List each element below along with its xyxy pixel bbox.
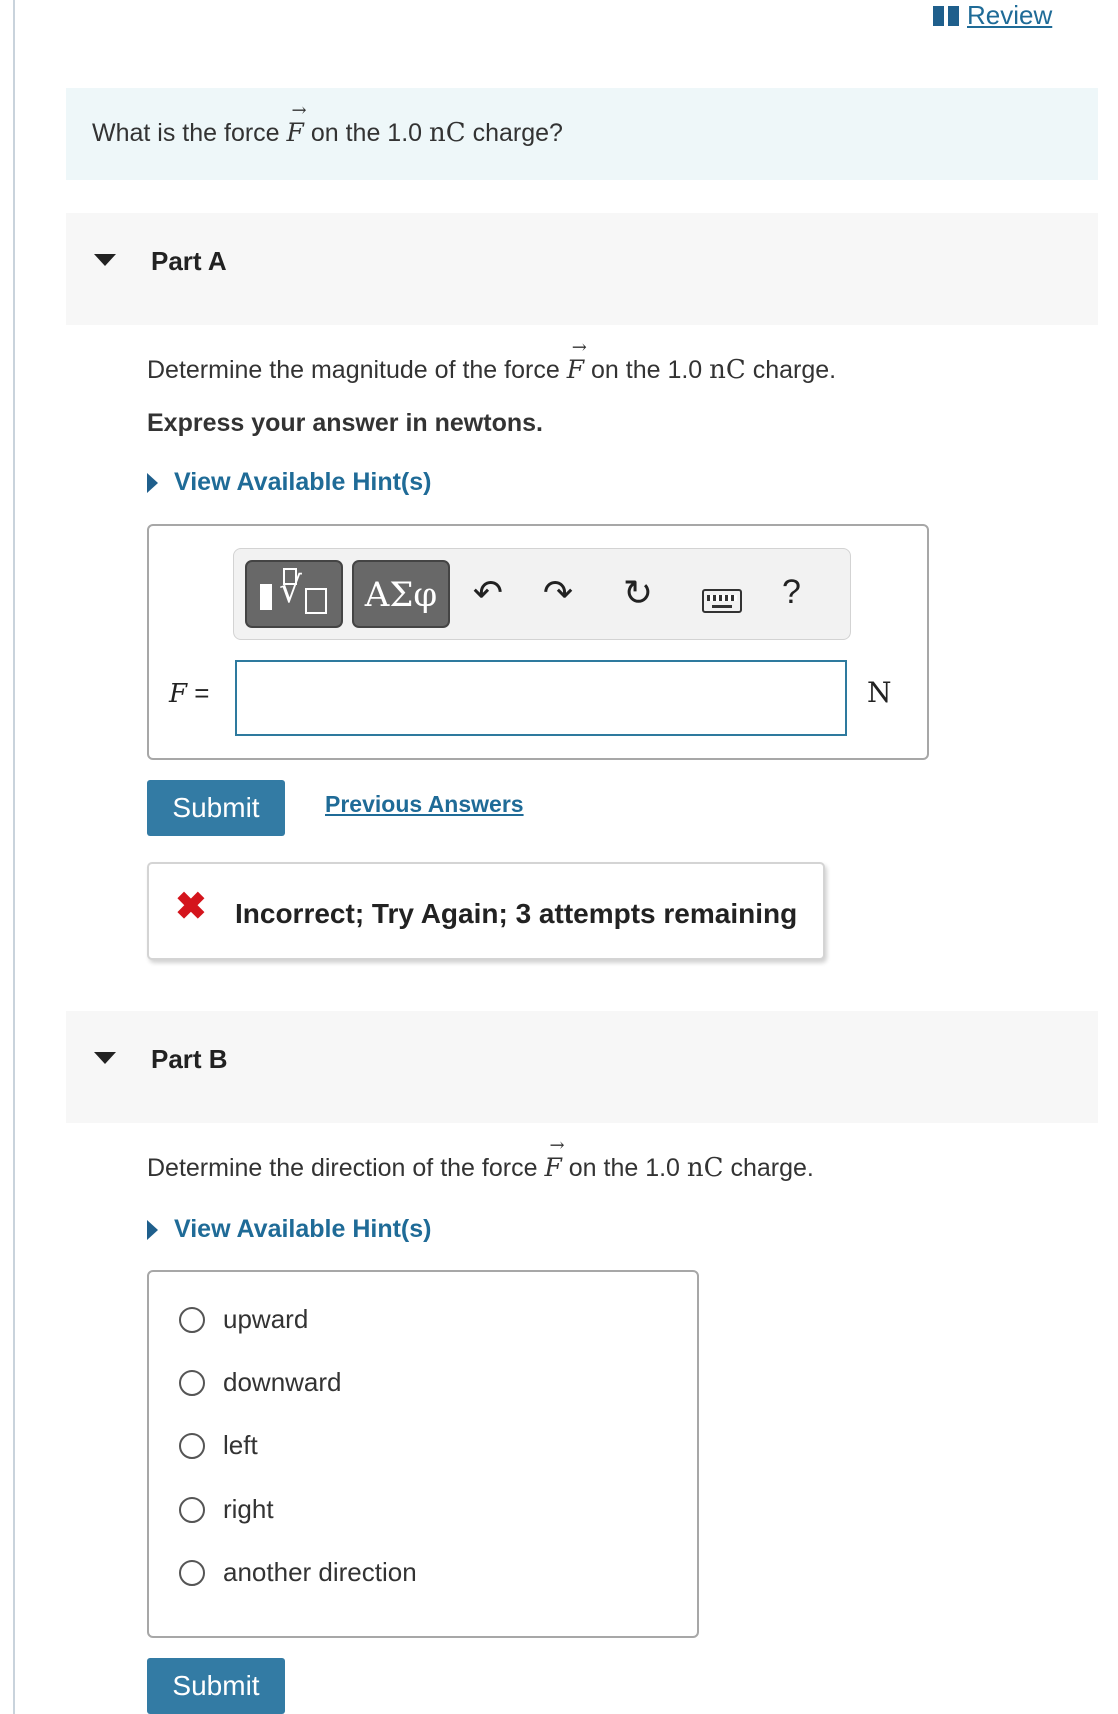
block-icon	[260, 584, 272, 610]
direction-choices: upward downward left right another direc…	[147, 1270, 699, 1638]
collapse-triangle-icon[interactable]	[94, 254, 116, 266]
choice-right[interactable]: right	[179, 1494, 274, 1525]
collapse-triangle-icon[interactable]	[94, 1052, 116, 1064]
choice-downward[interactable]: downward	[179, 1367, 342, 1398]
part-a-prompt: Determine the magnitude of the force F → …	[147, 337, 837, 385]
part-b-header[interactable]: Part B	[66, 1011, 1098, 1123]
question-text: What is the force F → on the 1.0 nC charg…	[92, 100, 563, 148]
redo-icon[interactable]: ↷	[538, 575, 578, 611]
hint-label: View Available Hint(s)	[174, 1215, 432, 1243]
error-x-icon: ✖	[175, 886, 207, 928]
help-icon[interactable]: ?	[782, 573, 801, 612]
hint-label: View Available Hint(s)	[174, 468, 432, 496]
expand-arrow-icon	[147, 1219, 158, 1240]
radio-button[interactable]	[179, 1306, 205, 1333]
expand-arrow-icon	[147, 472, 158, 493]
radio-button[interactable]	[179, 1432, 205, 1459]
math-toolbar: √ ΑΣφ ↶ ↷ ↻ ?	[233, 548, 851, 640]
radio-button[interactable]	[179, 1369, 205, 1396]
greek-symbols-button[interactable]: ΑΣφ	[352, 560, 450, 628]
feedback-box: ✖ Incorrect; Try Again; 3 attempts remai…	[147, 862, 825, 960]
question-banner: What is the force F → on the 1.0 nC charg…	[66, 88, 1098, 180]
part-b-submit-button[interactable]: Submit	[147, 1658, 285, 1714]
choice-another-direction[interactable]: another direction	[179, 1557, 417, 1588]
force-vector-symbol: F →	[286, 100, 307, 147]
force-vector-symbol: F →	[566, 337, 587, 384]
part-a-title: Part A	[151, 246, 227, 276]
force-vector-symbol: F →	[544, 1135, 565, 1182]
answer-variable-label: F =	[169, 678, 210, 709]
part-b-hint-link[interactable]: View Available Hint(s)	[147, 1215, 431, 1244]
choice-upward[interactable]: upward	[179, 1304, 308, 1335]
radio-button[interactable]	[179, 1559, 205, 1586]
answer-box: √ ΑΣφ ↶ ↷ ↻ ? F = N	[147, 524, 929, 760]
previous-answers-link[interactable]: Previous Answers	[325, 791, 524, 818]
keyboard-icon[interactable]	[702, 589, 742, 613]
book-icon	[933, 5, 959, 26]
review-label: Review	[967, 0, 1053, 30]
part-a-header[interactable]: Part A	[66, 213, 1098, 325]
review-link[interactable]: Review	[933, 0, 1052, 31]
templates-button[interactable]: √	[245, 560, 343, 628]
sqrt-icon: √	[279, 570, 302, 611]
part-b-title: Part B	[151, 1044, 228, 1074]
feedback-text: Incorrect; Try Again; 3 attempts remaini…	[235, 898, 798, 929]
radicand-box-icon	[305, 588, 327, 614]
answer-input[interactable]	[235, 660, 847, 736]
part-a-hint-link[interactable]: View Available Hint(s)	[147, 468, 431, 497]
part-b-prompt: Determine the direction of the force F → …	[147, 1135, 814, 1183]
answer-unit: N	[867, 676, 892, 709]
left-border	[13, 0, 15, 1714]
choice-left[interactable]: left	[179, 1430, 258, 1461]
reset-icon[interactable]: ↻	[618, 575, 658, 611]
undo-icon[interactable]: ↶	[468, 575, 508, 611]
part-a-submit-button[interactable]: Submit	[147, 780, 285, 836]
part-a-instruction: Express your answer in newtons.	[147, 409, 543, 437]
radio-button[interactable]	[179, 1496, 205, 1523]
